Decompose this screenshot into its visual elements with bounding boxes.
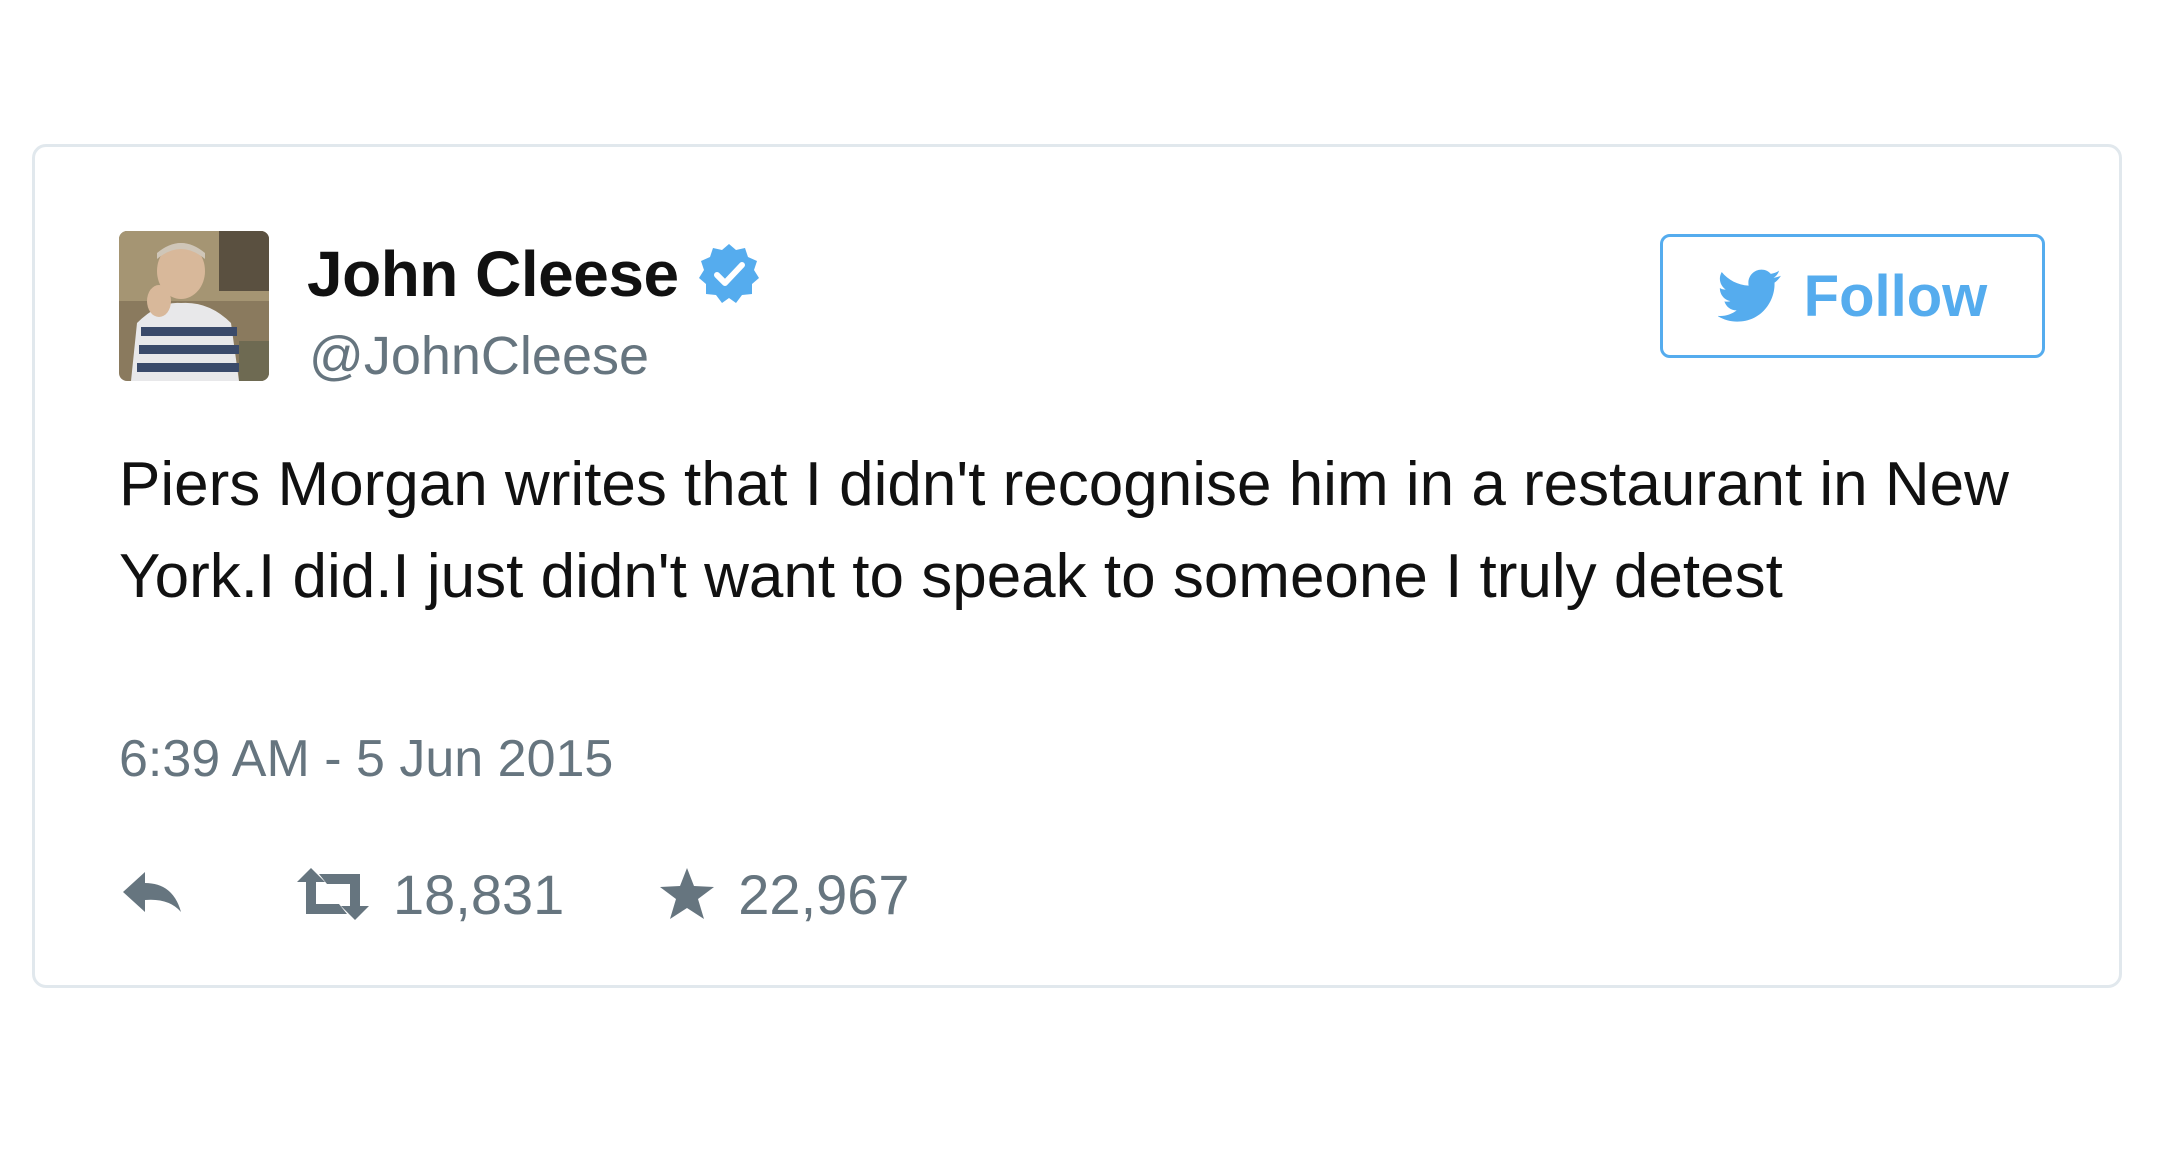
display-name-text: John Cleese xyxy=(307,238,679,310)
tweet-actions: 18,831 22,967 xyxy=(119,859,910,929)
twitter-bird-icon xyxy=(1716,269,1782,323)
author-display-name[interactable]: John Cleese xyxy=(307,237,761,311)
retweet-count: 18,831 xyxy=(393,862,565,926)
tweet-card: John Cleese @JohnCleese Follow Piers Mor… xyxy=(32,144,2122,988)
tweet-timestamp[interactable]: 6:39 AM - 5 Jun 2015 xyxy=(119,729,613,789)
follow-button-label: Follow xyxy=(1803,263,1988,329)
star-icon xyxy=(660,868,715,919)
avatar-photo xyxy=(119,231,269,381)
retweet-icon xyxy=(297,868,369,920)
reply-icon xyxy=(123,872,181,912)
favorite-button[interactable]: 22,967 xyxy=(658,862,910,927)
reply-button[interactable] xyxy=(119,868,185,920)
favorite-count: 22,967 xyxy=(738,862,910,926)
retweet-button[interactable]: 18,831 xyxy=(295,862,564,927)
verified-badge-icon xyxy=(697,242,761,306)
tweet-text: Piers Morgan writes that I didn't recogn… xyxy=(119,450,2009,611)
author-avatar[interactable] xyxy=(119,231,269,381)
follow-button[interactable]: Follow xyxy=(1660,234,2045,358)
author-handle[interactable]: @JohnCleese xyxy=(309,325,649,387)
